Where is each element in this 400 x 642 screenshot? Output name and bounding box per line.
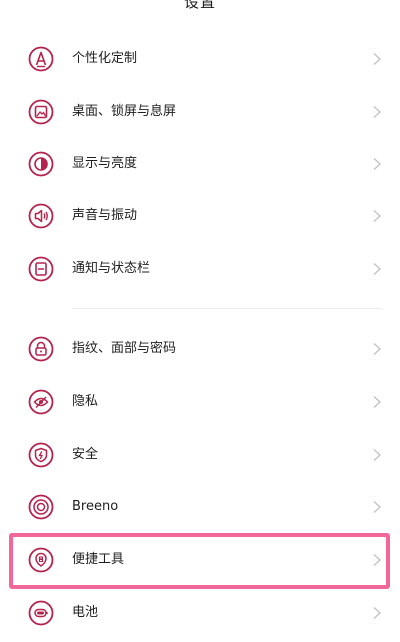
- settings-item-label: Breeno: [72, 499, 119, 514]
- settings-item-personalization[interactable]: 个性化定制: [0, 34, 400, 86]
- chevron-right-icon: [372, 606, 382, 620]
- battery-icon: [27, 599, 55, 627]
- settings-item-label: 声音与振动: [72, 208, 138, 223]
- chevron-right-icon: [372, 262, 382, 276]
- chevron-right-icon: [372, 342, 382, 356]
- notification-icon: [27, 255, 55, 283]
- chevron-right-icon: [372, 448, 382, 462]
- sound-icon: [27, 202, 55, 230]
- settings-item-battery[interactable]: 电池: [0, 588, 400, 640]
- chevron-right-icon: [372, 500, 382, 514]
- settings-item-convenience-tools[interactable]: 便捷工具: [0, 535, 400, 587]
- chevron-right-icon: [372, 105, 382, 119]
- settings-item-sound-vibration[interactable]: 声音与振动: [0, 191, 400, 243]
- page-title: 设置: [183, 0, 216, 11]
- settings-item-label: 安全: [72, 447, 99, 462]
- lock-icon: [27, 335, 55, 363]
- settings-item-display-brightness[interactable]: 显示与亮度: [0, 139, 400, 191]
- settings-item-notifications-statusbar[interactable]: 通知与状态栏: [0, 244, 400, 296]
- settings-item-security[interactable]: 安全: [0, 430, 400, 482]
- settings-item-label: 指纹、面部与密码: [72, 341, 177, 356]
- shield-icon: [27, 441, 55, 469]
- wallpaper-icon: [27, 98, 55, 126]
- settings-item-label: 通知与状态栏: [72, 261, 151, 276]
- chevron-right-icon: [372, 157, 382, 171]
- settings-item-label: 隐私: [72, 394, 99, 409]
- settings-item-label: 桌面、锁屏与息屏: [72, 104, 177, 119]
- chevron-right-icon: [372, 52, 382, 66]
- section-divider: [72, 308, 382, 309]
- settings-item-label: 显示与亮度: [72, 156, 138, 171]
- convenience-tools-icon: [27, 546, 55, 574]
- chevron-right-icon: [372, 395, 382, 409]
- settings-item-privacy[interactable]: 隐私: [0, 377, 400, 429]
- settings-item-label: 个性化定制: [72, 51, 138, 66]
- settings-item-label: 电池: [72, 605, 99, 620]
- privacy-eye-icon: [27, 388, 55, 416]
- chevron-right-icon: [372, 553, 382, 567]
- settings-item-label: 便捷工具: [72, 552, 125, 567]
- display-brightness-icon: [27, 150, 55, 178]
- settings-item-breeno[interactable]: Breeno: [0, 482, 400, 534]
- settings-item-wallpaper-lockscreen[interactable]: 桌面、锁屏与息屏: [0, 87, 400, 139]
- settings-item-fingerprint-face-password[interactable]: 指纹、面部与密码: [0, 324, 400, 376]
- chevron-right-icon: [372, 209, 382, 223]
- breeno-icon: [27, 493, 55, 521]
- settings-screen: 设置 个性化定制 桌面、锁屏与息屏 显示与亮度 声音与振动 通知与状态栏 指纹、…: [0, 0, 400, 642]
- personalization-icon: [27, 45, 55, 73]
